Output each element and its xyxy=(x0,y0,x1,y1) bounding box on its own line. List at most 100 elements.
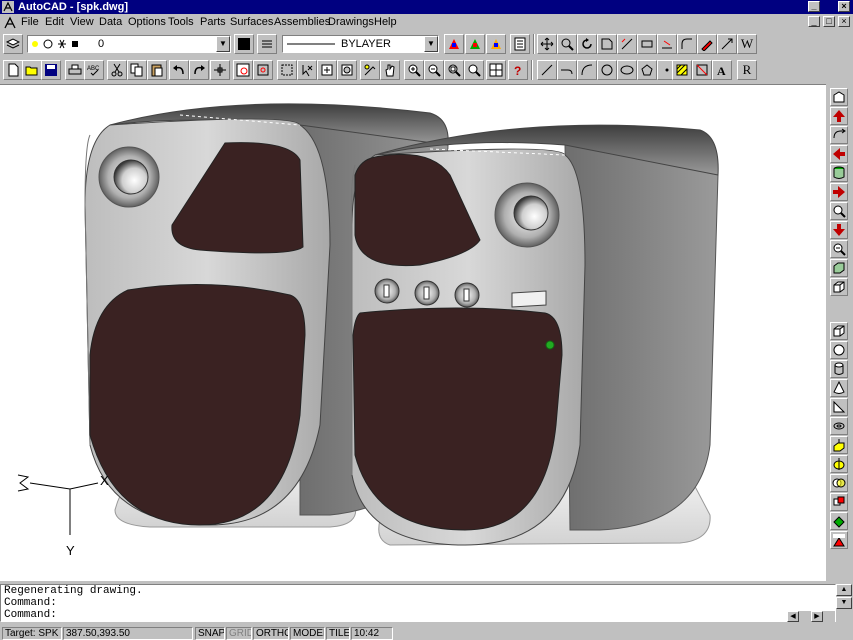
menu-help[interactable]: Help xyxy=(374,16,397,28)
copy-button[interactable] xyxy=(127,60,147,80)
polygon-button[interactable] xyxy=(637,60,657,80)
tile-toggle[interactable]: TILE xyxy=(326,627,350,640)
command-horizontal-scrollbar[interactable]: ◀ ▶ xyxy=(787,611,835,622)
linetype-button[interactable] xyxy=(257,34,277,54)
box-view-button[interactable] xyxy=(830,259,848,277)
insert-block-button[interactable] xyxy=(317,60,337,80)
menu-parts[interactable]: Parts xyxy=(200,16,226,28)
intersect-button[interactable] xyxy=(830,474,848,492)
select-window-button[interactable] xyxy=(277,60,297,80)
scroll-left-arrow[interactable]: ◀ xyxy=(787,611,799,622)
ame-button[interactable] xyxy=(830,531,848,549)
measure-button[interactable] xyxy=(717,34,737,54)
region-button[interactable] xyxy=(692,60,712,80)
hatch-button[interactable] xyxy=(672,60,692,80)
color-button[interactable] xyxy=(234,34,254,54)
menu-file[interactable]: File xyxy=(21,16,39,28)
document-menu-icon[interactable] xyxy=(3,16,17,30)
save-button[interactable] xyxy=(41,60,61,80)
ortho-toggle[interactable]: ORTHO xyxy=(253,627,289,640)
ellipse-button[interactable] xyxy=(617,60,637,80)
extrude-button[interactable] xyxy=(830,436,848,454)
zoom-realtime-button[interactable] xyxy=(557,34,577,54)
menu-surfaces[interactable]: Surfaces xyxy=(230,16,273,28)
snap-toggle[interactable]: SNAP xyxy=(195,627,225,640)
menu-drawings[interactable]: Drawings xyxy=(328,16,374,28)
rotate-button[interactable] xyxy=(577,34,597,54)
autocad-app-icon[interactable] xyxy=(2,1,14,13)
sphere-button[interactable] xyxy=(830,341,848,359)
box-solid-button[interactable] xyxy=(830,322,848,340)
redo-button[interactable] xyxy=(189,60,209,80)
paste-button[interactable] xyxy=(147,60,167,80)
linetype-select[interactable]: BYLAYER ▼ xyxy=(282,35,439,53)
model-toggle[interactable]: MODEL xyxy=(290,627,325,640)
pan-right-button[interactable] xyxy=(830,183,848,201)
fillet-button[interactable] xyxy=(677,34,697,54)
command-window[interactable]: Regenerating drawing. Command: Command: xyxy=(0,584,836,622)
print-button[interactable] xyxy=(65,60,85,80)
scroll-right-arrow[interactable]: ▶ xyxy=(811,611,823,622)
rotate-view-button[interactable] xyxy=(830,126,848,144)
tile-viewports-button[interactable] xyxy=(486,60,506,80)
zoom-in-button[interactable] xyxy=(404,60,424,80)
properties-button[interactable] xyxy=(465,34,485,54)
pick-button[interactable] xyxy=(297,60,317,80)
menu-data[interactable]: Data xyxy=(99,16,122,28)
layer-control-select[interactable]: 0 ▼ xyxy=(27,35,231,53)
circle-button[interactable] xyxy=(597,60,617,80)
arc-button[interactable] xyxy=(577,60,597,80)
pan-down-button[interactable] xyxy=(830,221,848,239)
list-button[interactable] xyxy=(510,34,530,54)
minimize-button[interactable]: _ xyxy=(808,1,820,12)
cylinder-solid-button[interactable] xyxy=(830,360,848,378)
r-button[interactable]: R xyxy=(737,60,757,80)
surface-button[interactable] xyxy=(597,34,617,54)
spelling-button[interactable]: ABC xyxy=(84,60,104,80)
cut-button[interactable] xyxy=(107,60,127,80)
cube-view-button[interactable] xyxy=(830,278,848,296)
snap-button[interactable] xyxy=(210,60,230,80)
pan-realtime-button[interactable] xyxy=(380,60,400,80)
menu-edit[interactable]: Edit xyxy=(45,16,64,28)
cylinder-button[interactable] xyxy=(830,164,848,182)
zoom-view-button[interactable] xyxy=(830,202,848,220)
aerial-view-button[interactable] xyxy=(233,60,253,80)
union-button[interactable] xyxy=(830,493,848,511)
text-button[interactable]: A xyxy=(712,60,732,80)
zoom-extents-button[interactable] xyxy=(464,60,484,80)
match-properties-button[interactable] xyxy=(486,34,506,54)
undo-button[interactable] xyxy=(169,60,189,80)
line-edit-button[interactable] xyxy=(657,34,677,54)
hyperlink-button[interactable] xyxy=(360,60,380,80)
revolve-button[interactable] xyxy=(830,455,848,473)
edit-button[interactable] xyxy=(617,34,637,54)
menu-options[interactable]: Options xyxy=(128,16,166,28)
new-button[interactable] xyxy=(3,60,23,80)
polyline-button[interactable] xyxy=(557,60,577,80)
doc-minimize-button[interactable]: _ xyxy=(808,16,820,27)
grid-toggle[interactable]: GRID xyxy=(226,627,252,640)
external-ref-button[interactable] xyxy=(337,60,357,80)
pan-button[interactable] xyxy=(537,34,557,54)
open-button[interactable] xyxy=(22,60,42,80)
doc-restore-button[interactable]: □ xyxy=(823,16,835,27)
menu-assemblies[interactable]: Assemblies xyxy=(274,16,330,28)
close-button[interactable]: × xyxy=(838,1,850,12)
pan-left-button[interactable] xyxy=(830,145,848,163)
linetype-dropdown-arrow[interactable]: ▼ xyxy=(424,36,438,52)
command-vertical-scrollbar[interactable]: ▲ ▼ xyxy=(836,584,852,622)
pan-up-button[interactable] xyxy=(830,107,848,125)
subtract-button[interactable] xyxy=(830,512,848,530)
cone-button[interactable] xyxy=(830,379,848,397)
menu-view[interactable]: View xyxy=(70,16,94,28)
zoom-all-button[interactable] xyxy=(444,60,464,80)
wedge-button[interactable] xyxy=(830,398,848,416)
help-button[interactable]: ? xyxy=(508,60,528,80)
pencil-button[interactable] xyxy=(697,34,717,54)
coordinates-readout[interactable]: 387.50,393.50 xyxy=(63,627,193,640)
command-prompt[interactable]: Command: xyxy=(4,609,835,621)
top-view-button[interactable] xyxy=(830,88,848,106)
drawing-area[interactable]: X Y xyxy=(0,84,826,581)
w-button[interactable]: W xyxy=(737,34,757,54)
